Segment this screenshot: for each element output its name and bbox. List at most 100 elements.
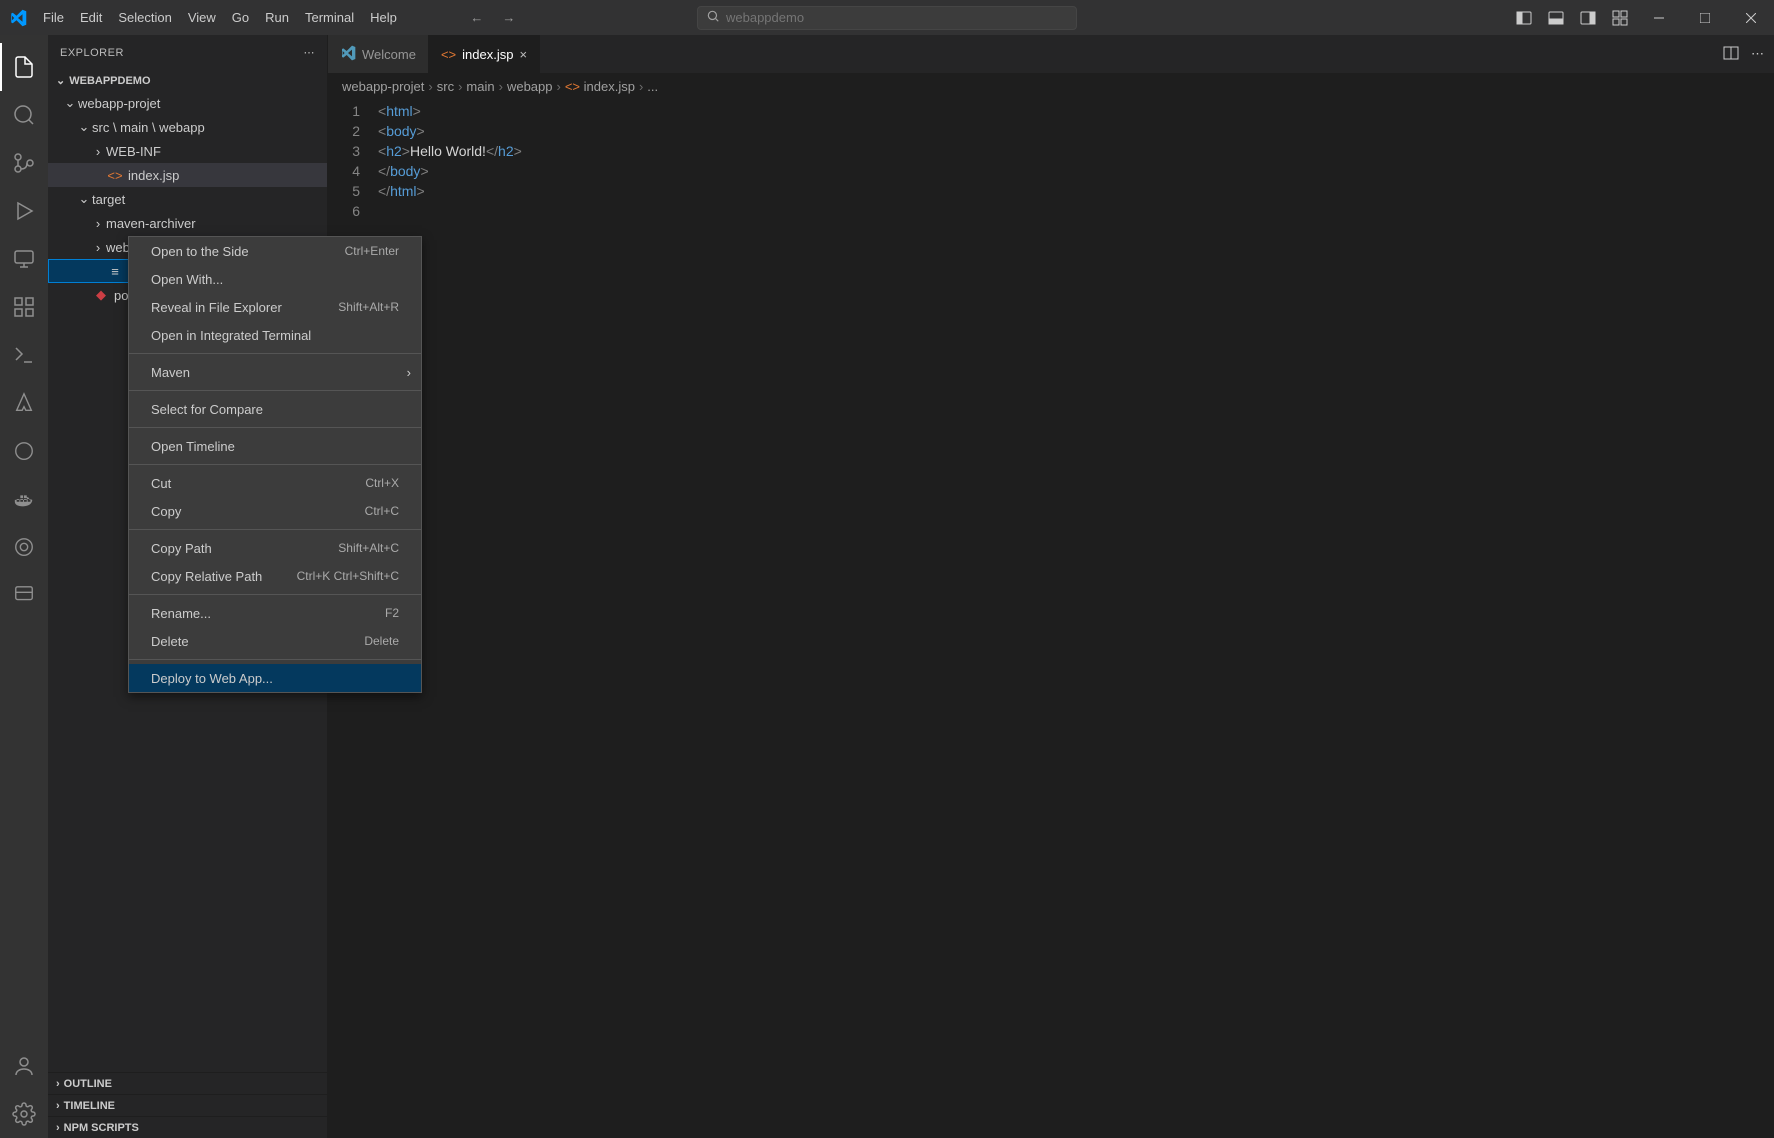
editor-tab[interactable]: <>index.jsp× <box>429 35 540 73</box>
menu-shortcut: Ctrl+C <box>365 504 399 518</box>
menu-selection[interactable]: Selection <box>110 0 179 35</box>
context-menu-item[interactable]: Open to the Side Ctrl+Enter <box>129 237 421 265</box>
close-button[interactable] <box>1728 0 1774 35</box>
remote-explorer-activity-icon[interactable] <box>0 235 48 283</box>
tree-item[interactable]: ›maven-archiver <box>48 211 327 235</box>
project-root[interactable]: ⌄ WEBAPPDEMO <box>48 70 327 91</box>
context-menu-item[interactable]: CopyCtrl+C <box>129 497 421 525</box>
context-menu-item[interactable]: Reveal in File ExplorerShift+Alt+R <box>129 293 421 321</box>
menu-shortcut: Ctrl+Enter <box>345 244 399 258</box>
split-editor-icon[interactable] <box>1723 45 1739 64</box>
azure-activity-icon[interactable] <box>0 379 48 427</box>
minimize-button[interactable] <box>1636 0 1682 35</box>
menu-go[interactable]: Go <box>224 0 257 35</box>
code-line[interactable] <box>378 201 1774 221</box>
nav-forward-button[interactable]: → <box>497 6 521 30</box>
chevron-down-icon: ⌄ <box>76 191 92 207</box>
tree-item-label: index.jsp <box>128 168 179 183</box>
tree-item-label: WEB-INF <box>106 144 161 159</box>
search-input[interactable] <box>726 10 1068 25</box>
menu-item-label: Open to the Side <box>151 244 249 259</box>
tree-item[interactable]: <>index.jsp <box>48 163 327 187</box>
settings-gear-icon[interactable] <box>0 1090 48 1138</box>
breadcrumb-item[interactable]: main <box>466 79 494 94</box>
line-number: 4 <box>328 161 360 181</box>
menu-terminal[interactable]: Terminal <box>297 0 362 35</box>
context-menu-item[interactable]: Open in Integrated Terminal <box>129 321 421 349</box>
docker-activity-icon[interactable] <box>0 475 48 523</box>
breadcrumb[interactable]: webapp-projet›src›main›webapp›<> index.j… <box>328 73 1774 99</box>
menu-edit[interactable]: Edit <box>72 0 110 35</box>
circle-activity-icon[interactable] <box>0 427 48 475</box>
explorer-activity-icon[interactable] <box>0 43 48 91</box>
code-line[interactable]: <h2>Hello World!</h2> <box>378 141 1774 161</box>
context-menu-item[interactable]: Deploy to Web App... <box>129 664 421 692</box>
chevron-right-icon: › <box>499 79 503 94</box>
activity-bar <box>0 35 48 1138</box>
tree-item[interactable]: ›WEB-INF <box>48 139 327 163</box>
tree-item[interactable]: ⌄target <box>48 187 327 211</box>
breadcrumb-item[interactable]: webapp <box>507 79 553 94</box>
breadcrumb-item[interactable]: ... <box>647 79 658 94</box>
context-menu-item[interactable]: Open Timeline <box>129 432 421 460</box>
toggle-panel-icon[interactable] <box>1542 4 1570 32</box>
chevron-right-icon: › <box>56 1078 60 1090</box>
context-menu-item[interactable]: CutCtrl+X <box>129 469 421 497</box>
search-activity-icon[interactable] <box>0 91 48 139</box>
tree-item-label: webapp-projet <box>78 96 160 111</box>
run-debug-activity-icon[interactable] <box>0 187 48 235</box>
menu-bar: FileEditSelectionViewGoRunTerminalHelp <box>35 0 405 35</box>
menu-view[interactable]: View <box>180 0 224 35</box>
breadcrumb-item[interactable]: <> index.jsp <box>565 79 635 94</box>
misc-activity-icon[interactable] <box>0 523 48 571</box>
extensions-activity-icon[interactable] <box>0 283 48 331</box>
command-center-search[interactable] <box>697 6 1077 30</box>
remote-activity-icon[interactable] <box>0 571 48 619</box>
menu-shortcut: Shift+Alt+R <box>338 300 399 314</box>
panel-timeline[interactable]: ›TIMELINE <box>48 1094 327 1116</box>
menu-run[interactable]: Run <box>257 0 297 35</box>
editor-more-icon[interactable]: ⋯ <box>1751 46 1764 62</box>
nav-back-button[interactable]: ← <box>465 6 489 30</box>
chevron-down-icon: ⌄ <box>56 74 65 87</box>
code-line[interactable]: </body> <box>378 161 1774 181</box>
editor-tab[interactable]: Welcome <box>328 35 429 73</box>
menu-file[interactable]: File <box>35 0 72 35</box>
title-bar: FileEditSelectionViewGoRunTerminalHelp ←… <box>0 0 1774 35</box>
line-gutter: 123456 <box>328 101 378 221</box>
source-control-activity-icon[interactable] <box>0 139 48 187</box>
code-lines[interactable]: <html><body><h2>Hello World!</h2></body>… <box>378 101 1774 221</box>
chevron-right-icon: › <box>428 79 432 94</box>
chevron-right-icon: › <box>458 79 462 94</box>
context-menu-item[interactable]: Open With... <box>129 265 421 293</box>
menu-help[interactable]: Help <box>362 0 405 35</box>
breadcrumb-item[interactable]: webapp-projet <box>342 79 424 94</box>
context-menu-item[interactable]: DeleteDelete <box>129 627 421 655</box>
code-line[interactable]: </html> <box>378 181 1774 201</box>
maximize-button[interactable] <box>1682 0 1728 35</box>
panel-npm-scripts[interactable]: ›NPM SCRIPTS <box>48 1116 327 1138</box>
panel-label: OUTLINE <box>64 1078 112 1090</box>
code-editor[interactable]: 123456 <html><body><h2>Hello World!</h2>… <box>328 99 1774 221</box>
breadcrumb-item[interactable]: src <box>437 79 454 94</box>
tree-item[interactable]: ⌄webapp-projet <box>48 91 327 115</box>
close-tab-icon[interactable]: × <box>519 47 527 62</box>
panel-outline[interactable]: › OUTLINE <box>48 1072 327 1094</box>
context-menu-item[interactable]: Copy PathShift+Alt+C <box>129 534 421 562</box>
context-menu-item[interactable]: Maven <box>129 358 421 386</box>
code-line[interactable]: <body> <box>378 121 1774 141</box>
context-menu-item[interactable]: Rename...F2 <box>129 599 421 627</box>
toggle-secondary-sidebar-icon[interactable] <box>1574 4 1602 32</box>
context-menu-item[interactable]: Copy Relative PathCtrl+K Ctrl+Shift+C <box>129 562 421 590</box>
toggle-primary-sidebar-icon[interactable] <box>1510 4 1538 32</box>
menu-shortcut: Delete <box>364 634 399 648</box>
context-menu-item[interactable]: Select for Compare <box>129 395 421 423</box>
tree-item[interactable]: ⌄src \ main \ webapp <box>48 115 327 139</box>
terminal-activity-icon[interactable] <box>0 331 48 379</box>
accounts-icon[interactable] <box>0 1042 48 1090</box>
menu-item-label: Deploy to Web App... <box>151 671 273 686</box>
file-icon: ≡ <box>106 264 124 279</box>
sidebar-more-icon[interactable]: ⋯ <box>304 46 316 59</box>
code-line[interactable]: <html> <box>378 101 1774 121</box>
customize-layout-icon[interactable] <box>1606 4 1634 32</box>
